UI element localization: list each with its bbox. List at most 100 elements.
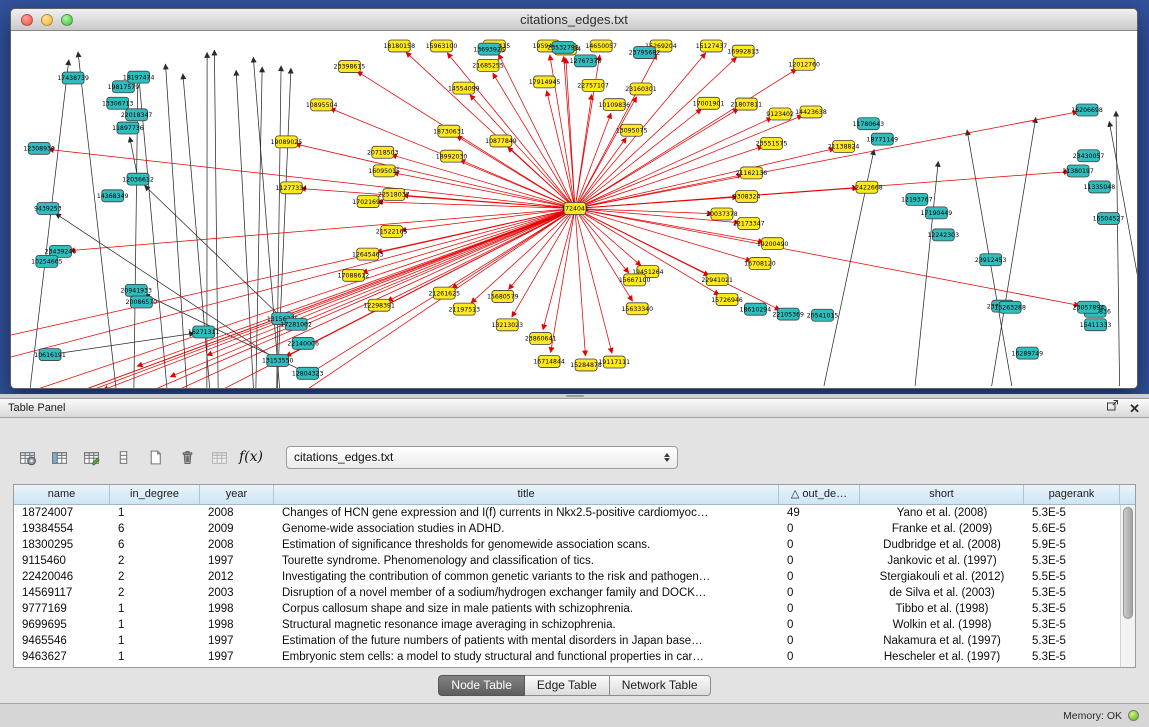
network-node[interactable]: 19089025 (271, 136, 303, 148)
network-node[interactable]: 10895504 (306, 99, 338, 111)
show-columns-button[interactable] (46, 444, 72, 470)
network-node[interactable]: 12767378 (570, 55, 602, 67)
network-node[interactable]: 1724041 (561, 203, 589, 215)
network-node[interactable]: 12422668 (851, 181, 883, 193)
network-node[interactable]: 15667100 (619, 274, 651, 286)
column-header-in_degree[interactable]: in_degree (110, 485, 200, 504)
network-node[interactable]: 11780643 (853, 118, 885, 130)
network-node[interactable]: 15284878 (570, 359, 602, 371)
network-node[interactable]: 10109836 (598, 99, 630, 111)
network-node[interactable]: 22941021 (701, 274, 733, 286)
network-node[interactable]: 17088612 (338, 269, 370, 281)
network-node[interactable]: 21261625 (428, 287, 460, 299)
network-node[interactable]: 15963100 (426, 40, 458, 52)
network-node[interactable]: 18992030 (436, 150, 468, 162)
network-node[interactable]: 23795682 (629, 47, 661, 59)
network-node[interactable]: 23398615 (334, 61, 366, 73)
network-node[interactable]: 13153550 (262, 354, 294, 366)
network-node[interactable]: 21138824 (828, 141, 860, 153)
create-column-button[interactable] (142, 444, 168, 470)
column-settings-button[interactable] (14, 444, 40, 470)
network-node[interactable]: 13693926 (473, 43, 505, 55)
network-node[interactable]: 21380197 (1062, 165, 1094, 177)
table-row[interactable]: 1872400712008Changes of HCN gene express… (14, 505, 1135, 521)
network-node[interactable]: 21807811 (730, 98, 762, 110)
network-node[interactable]: 22018347 (121, 109, 153, 121)
column-header-year[interactable]: year (200, 485, 274, 504)
network-node[interactable]: 16714844 (533, 355, 565, 367)
column-header-out_degree[interactable]: △ out_de… (779, 485, 860, 504)
network-node[interactable]: 16504527 (1093, 212, 1125, 224)
network-node[interactable]: 14554099 (448, 82, 480, 94)
network-node[interactable]: 10877849 (485, 135, 517, 147)
network-node[interactable]: 16708120 (744, 258, 776, 270)
network-node[interactable]: 22105369 (772, 308, 804, 320)
network-node[interactable]: 13213023 (492, 319, 524, 331)
network-node[interactable]: 17914945 (529, 76, 561, 88)
network-node[interactable]: 21685255 (472, 59, 504, 71)
tab-network-table[interactable]: Network Table (610, 675, 711, 696)
network-node[interactable]: 22757107 (577, 79, 609, 91)
delete-column-button[interactable] (174, 444, 200, 470)
network-node[interactable]: 12298391 (363, 299, 395, 311)
network-node[interactable]: 16289749 (1012, 347, 1044, 359)
column-header-short[interactable]: short (860, 485, 1024, 504)
network-node[interactable]: 23532798 (547, 41, 579, 53)
table-row[interactable]: 911546021997Tourette syndrome. Phenomeno… (14, 553, 1135, 569)
network-node[interactable]: 9308324 (733, 190, 761, 202)
import-table-button[interactable] (206, 444, 232, 470)
network-canvas[interactable]: 1702169222518037160950152071850318992030… (11, 31, 1137, 388)
close-window-button[interactable] (21, 14, 33, 26)
network-node[interactable]: 19200490 (757, 238, 789, 250)
network-node[interactable]: 20541015 (807, 309, 839, 321)
table-row[interactable]: 1456911722003Disruption of a novel membe… (14, 585, 1135, 601)
network-node[interactable]: 17281062 (280, 318, 312, 330)
network-node[interactable]: 10254665 (31, 255, 63, 267)
network-node[interactable]: 12036612 (122, 173, 154, 185)
network-node[interactable]: 18180158 (383, 40, 415, 52)
network-node[interactable]: 18197474 (123, 71, 155, 83)
network-node[interactable]: 11335048 (1084, 181, 1116, 193)
network-node[interactable]: 11897736 (112, 122, 144, 134)
function-builder-button[interactable]: f(x) (238, 444, 264, 470)
network-graph[interactable]: 1702169222518037160950152071850318992030… (11, 31, 1137, 388)
network-node[interactable]: 13095075 (616, 124, 648, 136)
network-node[interactable]: 17190449 (921, 207, 953, 219)
network-node[interactable]: 23551575 (756, 138, 788, 150)
network-node[interactable]: 14368349 (97, 190, 129, 202)
window-titlebar[interactable]: citations_edges.txt (11, 9, 1137, 31)
network-node[interactable]: 23860641 (525, 333, 557, 345)
network-node[interactable]: 16992813 (727, 45, 759, 57)
close-panel-icon[interactable]: ✕ (1129, 402, 1140, 415)
network-node[interactable]: 22173347 (733, 217, 765, 229)
network-node[interactable]: 23057894 (1073, 301, 1105, 313)
table-row[interactable]: 1830029562008Estimation of significance … (14, 537, 1135, 553)
table-scrollbar[interactable] (1120, 505, 1135, 667)
network-node[interactable]: 18771149 (867, 133, 899, 145)
edit-columns-button[interactable] (78, 444, 104, 470)
tab-node-table[interactable]: Node Table (438, 675, 525, 696)
network-node[interactable]: 9123402 (766, 108, 794, 120)
minimize-window-button[interactable] (41, 14, 53, 26)
table-row[interactable]: 946554611997Estimation of the future num… (14, 633, 1135, 649)
network-node[interactable]: 9439253 (34, 203, 62, 215)
network-node[interactable]: 14650057 (585, 40, 617, 52)
table-row[interactable]: 2242004622012Investigating the contribut… (14, 569, 1135, 585)
network-node[interactable]: 15726946 (711, 294, 743, 306)
network-node[interactable]: 16271311 (188, 326, 220, 338)
table-selector[interactable]: citations_edges.txt (286, 446, 678, 469)
network-node[interactable]: 16206698 (1071, 104, 1103, 116)
network-node[interactable]: 18730631 (433, 125, 465, 137)
column-header-name[interactable]: name (14, 485, 110, 504)
network-node[interactable]: 15680579 (487, 290, 519, 302)
network-node[interactable]: 23430057 (1073, 150, 1105, 162)
column-header-title[interactable]: title (274, 485, 779, 504)
network-node[interactable]: 14423638 (795, 106, 827, 118)
table-row[interactable]: 1938455462009Genome-wide association stu… (14, 521, 1135, 537)
network-node[interactable]: 12012760 (788, 58, 820, 70)
network-node[interactable]: 19117111 (598, 356, 630, 368)
network-node[interactable]: 21162136 (736, 167, 768, 179)
scrollbar-thumb[interactable] (1123, 507, 1133, 619)
network-node[interactable]: 15633340 (622, 303, 654, 315)
float-panel-icon[interactable] (1105, 398, 1120, 419)
